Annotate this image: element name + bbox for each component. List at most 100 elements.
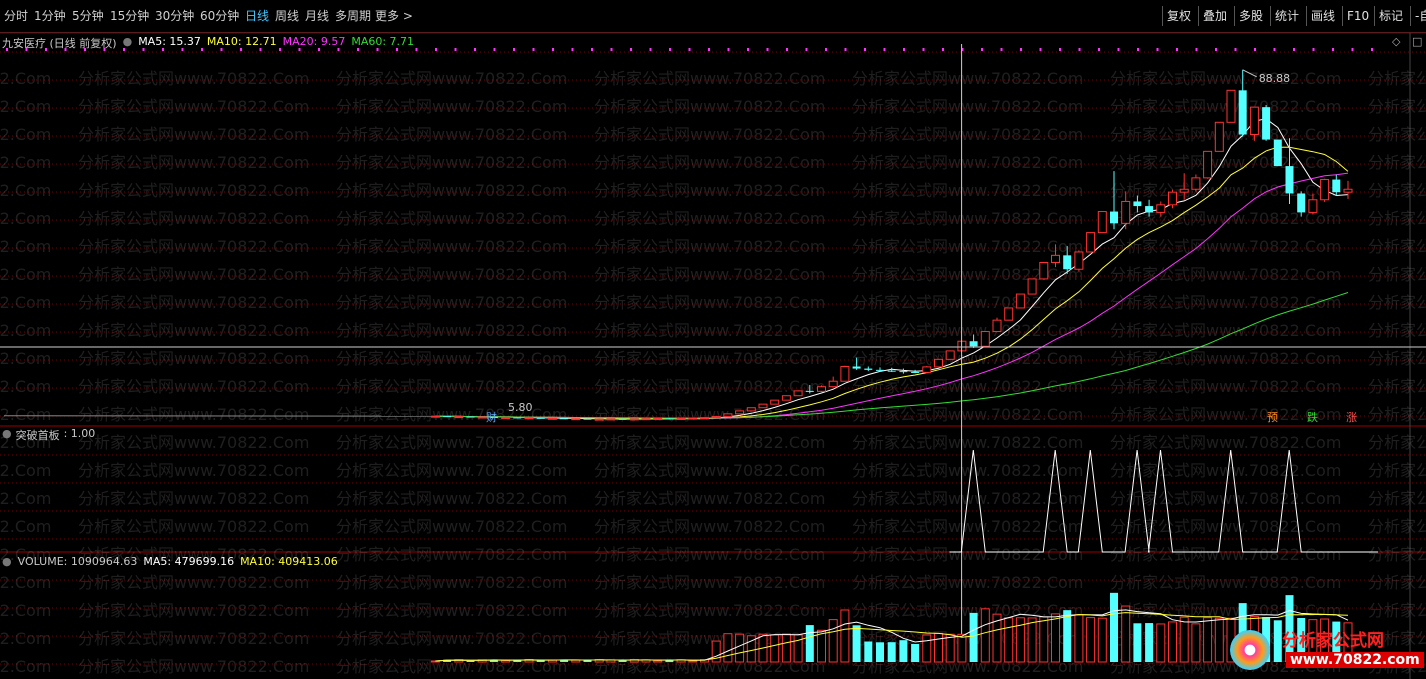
top-dot [1039, 48, 1042, 51]
candle-body [466, 416, 475, 418]
top-dot [864, 48, 866, 51]
top-dot [786, 48, 788, 51]
watermark-text: 分析家公式网www.70822.Com [852, 125, 1083, 144]
top-dot [1332, 48, 1334, 51]
candle-body [1015, 293, 1025, 309]
volume-bar [876, 642, 884, 662]
settings-icon[interactable]: ● [2, 427, 12, 443]
watermark-text: 分析家公式网www.70822.Com [1110, 181, 1341, 200]
volume-bar [1179, 616, 1189, 663]
volume-bar [957, 633, 967, 663]
volume-bar [770, 634, 780, 663]
candle-body [1191, 177, 1201, 190]
candle-body [443, 416, 452, 418]
watermark-text: 分析家公式网www.70822.Com [78, 265, 309, 284]
top-dot [1371, 48, 1373, 51]
watermark-text: 分析家公式网www.70822.Com [78, 629, 309, 648]
logo-url: www.70822.com [1286, 652, 1424, 668]
candle-body [1285, 166, 1294, 194]
watermark-text: 分析家公式网www.70822.Com [0, 405, 51, 424]
square-icon[interactable]: □ [1412, 35, 1422, 48]
ma-readout-ma5: MA5: 15.37 [138, 35, 201, 48]
watermark-text: 分析家公式网www.70822.Com [78, 573, 309, 592]
top-dot [571, 48, 574, 51]
top-dot [1312, 48, 1315, 51]
volume-bar [1168, 621, 1177, 663]
candle-body [1273, 139, 1282, 167]
candle-body [547, 417, 557, 420]
watermark-text: 分析家公式网www.70822.Com [1110, 97, 1341, 116]
top-dot [669, 48, 671, 51]
candle-body [583, 418, 592, 420]
volume-bar [536, 660, 545, 662]
volume-bar [618, 660, 627, 662]
top-dot [610, 48, 613, 51]
top-dot [922, 48, 925, 51]
top-dot [454, 48, 457, 51]
candle-body [1133, 201, 1142, 207]
main-pane-header: 九安医疗 (日线 前复权) ● MA5: 15.37 MA10: 12.71 MA20:… [2, 35, 414, 51]
candle-body [536, 417, 545, 419]
candle-body [876, 369, 884, 371]
watermark-text: 分析家公式网www.70822.Com [0, 153, 51, 172]
settings-icon[interactable]: ● [2, 555, 12, 568]
top-dot [630, 48, 632, 51]
watermark-text: 分析家公式网www.70822.Com [78, 97, 309, 116]
top-dot [1234, 48, 1237, 51]
candle-body [1004, 307, 1014, 321]
watermark-text: 分析家公式网www.70822.Com [1368, 489, 1426, 508]
candle-body [793, 390, 803, 397]
watermark-text: 分析家公式网www.70822.Com [336, 349, 567, 368]
volume-bar [1133, 623, 1142, 662]
marker-0: 财 [486, 410, 497, 424]
flower-icon [1230, 630, 1270, 670]
volume-bar [1191, 623, 1201, 663]
watermark-text: 分析家公式网www.70822.Com [852, 209, 1083, 228]
candle-body [746, 407, 756, 412]
watermark-text: 分析家公式网www.70822.Com [78, 181, 309, 200]
volume-bar [1004, 617, 1014, 663]
watermark-text: 分析家公式网www.70822.Com [852, 349, 1083, 368]
candle-body [828, 380, 838, 388]
volume-bar [1156, 623, 1166, 663]
watermark-text: 分析家公式网www.70822.Com [1110, 601, 1341, 620]
watermark-text: 分析家公式网www.70822.Com [1110, 293, 1341, 312]
volume-bar [911, 643, 920, 662]
high-label: 88.88 [1259, 72, 1291, 85]
top-dot [552, 48, 554, 51]
watermark-text: 分析家公式网www.70822.Com [0, 349, 51, 368]
top-dot [844, 48, 847, 51]
watermark-text: 分析家公式网www.70822.Com [594, 69, 825, 88]
ma-readout-ma10: MA10: 12.71 [206, 35, 277, 48]
top-dot [1293, 48, 1295, 51]
watermark-text: 分析家公式网www.70822.Com [1368, 97, 1426, 116]
watermark-text: 分析家公式网www.70822.Com [0, 377, 51, 396]
stock-title: 九安医疗 (日线 前复权) [2, 37, 117, 50]
top-dot [1078, 48, 1081, 51]
watermark-text: 分析家公式网www.70822.Com [0, 489, 51, 508]
settings-icon[interactable]: ● [123, 35, 133, 51]
volume-bar [1051, 613, 1060, 663]
watermark-text: 分析家公式网www.70822.Com [1368, 461, 1426, 480]
watermark-text: 分析家公式网www.70822.Com [1110, 125, 1341, 144]
watermark-text: 分析家公式网www.70822.Com [1368, 293, 1426, 312]
candle-body [1308, 199, 1318, 213]
ma-readout-ma60: MA60: 7.71 [351, 35, 415, 48]
watermark-text: 分析家公式网www.70822.Com [594, 601, 825, 620]
watermark-text: 分析家公式网www.70822.Com [336, 153, 567, 172]
volume-bar [1086, 617, 1096, 663]
watermark-text: 分析家公式网www.70822.Com [1110, 237, 1341, 256]
candle-body [840, 365, 850, 382]
candle-body [1145, 206, 1154, 213]
watermark-text: 分析家公式网www.70822.Com [336, 545, 567, 564]
watermark-text: 分析家公式网www.70822.Com [1110, 461, 1341, 480]
volume-bar [864, 641, 873, 662]
watermark-text: 分析家公式网www.70822.Com [78, 349, 309, 368]
watermark-text: 分析家公式网www.70822.Com [1368, 545, 1426, 564]
candle-body [1332, 179, 1341, 193]
watermark-text: 分析家公式网www.70822.Com [852, 265, 1083, 284]
candle-body [864, 368, 873, 370]
volume-bar [945, 633, 955, 663]
candle-body [735, 410, 745, 415]
diamond-icon[interactable]: ◇ [1392, 35, 1400, 48]
